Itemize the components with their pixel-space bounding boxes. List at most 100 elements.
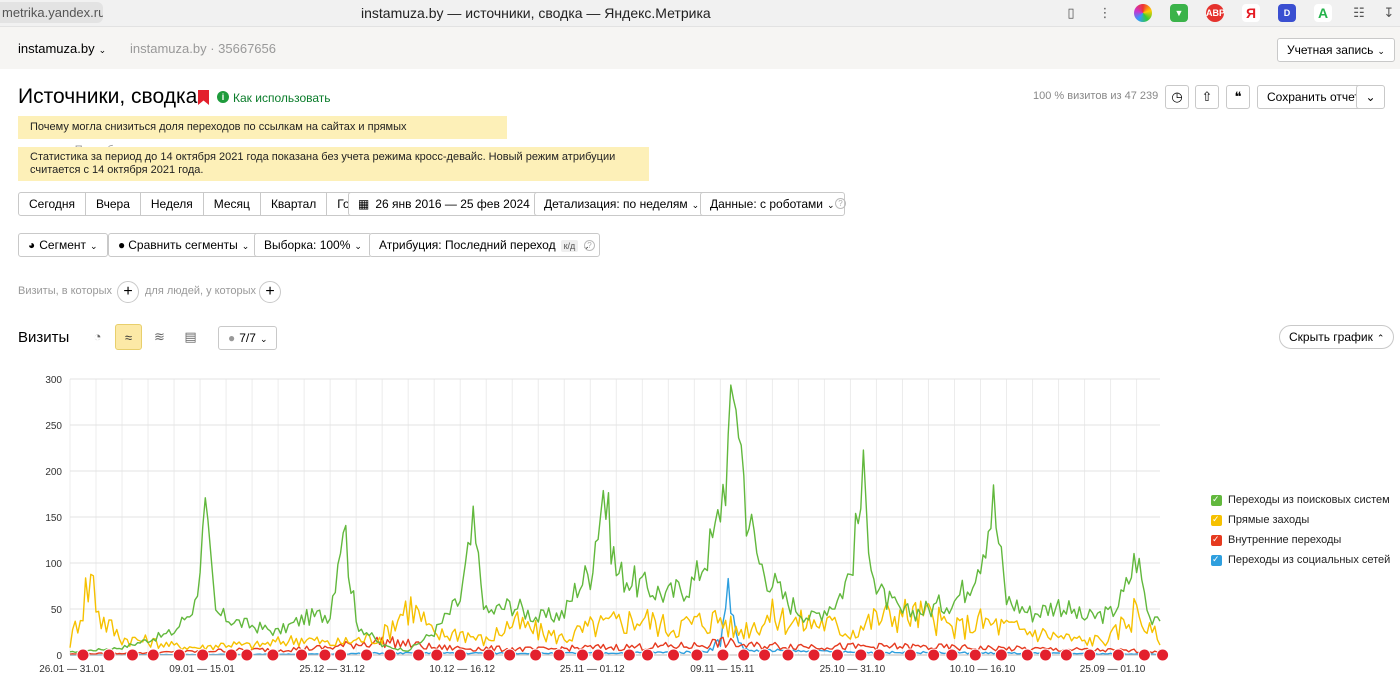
period-quarter[interactable]: Квартал — [261, 193, 328, 215]
holiday-marker-icon — [807, 648, 821, 662]
x-tick-label: 25.10 — 31.10 — [820, 664, 886, 675]
counter-id: 35667656 — [218, 41, 276, 56]
download-icon[interactable]: ▼ — [1170, 4, 1188, 22]
period-week[interactable]: Неделя — [141, 193, 204, 215]
legend-label: Переходы из поисковых систем — [1228, 494, 1390, 506]
site-name: instamuza.by — [18, 41, 95, 56]
yandex-icon[interactable]: Я — [1242, 4, 1260, 22]
bar-chart-icon: ▤ — [184, 329, 197, 344]
holiday-marker-icon — [76, 648, 90, 662]
holiday-marker-icon — [945, 648, 959, 662]
chevron-down-icon: ⌄ — [241, 241, 250, 251]
holiday-marker-icon — [716, 648, 730, 662]
segment-label: Сегмент — [39, 238, 87, 252]
holiday-marker-icon — [1137, 648, 1151, 662]
date-range-picker[interactable]: ▦ 26 янв 2016 — 25 фев 2024 — [348, 192, 540, 216]
save-options-button[interactable]: ⌄ — [1356, 85, 1385, 109]
d-extension-icon[interactable]: D — [1278, 4, 1296, 22]
holiday-marker-icon — [903, 648, 917, 662]
y-tick-label: 0 — [56, 651, 62, 662]
holiday-marker-icon — [412, 648, 426, 662]
add-visit-filter-button[interactable]: + — [117, 281, 139, 303]
line-chart-icon: ≈ — [124, 330, 133, 345]
legend-item-internal[interactable]: Внутренние переходы — [1211, 530, 1390, 550]
drops-icon: ● — [118, 238, 126, 252]
chevron-up-icon: ⌃ — [1376, 333, 1385, 343]
holiday-marker-icon — [641, 648, 655, 662]
holiday-marker-icon — [968, 648, 982, 662]
holiday-marker-icon — [552, 648, 566, 662]
compare-segments-button[interactable]: ● Сравнить сегменты ⌄ — [108, 233, 260, 257]
segment-button[interactable]: ◕ Сегмент ⌄ — [18, 233, 108, 257]
holiday-marker-icon — [196, 648, 210, 662]
holiday-marker-icon — [224, 648, 238, 662]
legend-item-social[interactable]: Переходы из социальных сетей — [1211, 550, 1390, 570]
save-report-button[interactable]: Сохранить отчет — [1257, 85, 1370, 109]
holiday-marker-icon — [318, 648, 332, 662]
holiday-marker-icon — [383, 648, 397, 662]
chart-title: Визиты — [18, 329, 70, 346]
holiday-marker-icon — [737, 648, 751, 662]
x-tick-label: 09.01 — 15.01 — [169, 664, 235, 675]
help-icon[interactable]: ? — [835, 198, 846, 209]
y-tick-label: 100 — [45, 559, 62, 570]
holiday-marker-icon — [872, 648, 886, 662]
help-icon[interactable]: ? — [584, 240, 595, 251]
data-select[interactable]: Данные: с роботами ⌄ — [700, 192, 845, 216]
annotations-button[interactable]: ● 7/7 ⌄ — [218, 326, 278, 350]
area-chart-button[interactable]: ≋ — [146, 324, 173, 350]
visits-percentage: 100 % визитов из 47 239 — [1033, 90, 1159, 102]
sample-select[interactable]: Выборка: 100% ⌄ — [254, 233, 372, 257]
chart-legend: Переходы из поисковых систем Прямые захо… — [1211, 490, 1390, 570]
more-icon[interactable]: ⋮ — [1096, 4, 1114, 22]
api-button[interactable]: ❝ — [1226, 85, 1250, 109]
legend-item-direct[interactable]: Прямые заходы — [1211, 510, 1390, 530]
how-to-use-link[interactable]: Как использовать — [233, 91, 331, 105]
sample-label: Выборка: 100% — [264, 238, 351, 252]
chevron-down-icon: ⌄ — [1365, 90, 1376, 104]
bookmark-icon[interactable]: ▯ — [1062, 4, 1080, 22]
holiday-marker-icon — [1111, 648, 1125, 662]
bookmark-flag-icon[interactable] — [198, 90, 209, 105]
holiday-marker-icon — [529, 648, 543, 662]
holiday-marker-icon — [667, 648, 681, 662]
checkbox-icon — [1211, 494, 1222, 506]
holiday-marker-icon — [172, 648, 186, 662]
bar-chart-button[interactable]: ▤ — [177, 324, 204, 350]
holiday-marker-icon — [146, 648, 160, 662]
color-wheel-icon[interactable] — [1134, 4, 1152, 22]
chevron-down-icon: ⌄ — [259, 334, 268, 344]
line-chart-button[interactable]: ≈ — [115, 324, 142, 350]
address-bar[interactable]: metrika.yandex.ru — [0, 2, 103, 23]
attribution-label: Атрибуция: Последний переход — [379, 238, 556, 252]
pie-chart-button[interactable]: ◔ — [84, 324, 111, 350]
export-button[interactable]: ⇧ — [1195, 85, 1219, 109]
hide-chart-button[interactable]: Скрыть график ⌃ — [1279, 325, 1395, 349]
x-tick-label: 25.11 — 01.12 — [560, 664, 625, 675]
detail-select[interactable]: Детализация: по неделям ⌄ — [534, 192, 710, 216]
puzzle-icon[interactable]: ☷ — [1350, 4, 1368, 22]
add-people-filter-button[interactable]: + — [259, 281, 281, 303]
history-button[interactable]: ◷ — [1165, 85, 1189, 109]
holiday-marker-icon — [994, 648, 1008, 662]
a-extension-icon[interactable]: A — [1314, 4, 1332, 22]
download-arrow-icon[interactable]: ↧ — [1380, 4, 1398, 22]
legend-item-search[interactable]: Переходы из поисковых систем — [1211, 490, 1390, 510]
compare-label: Сравнить сегменты — [128, 238, 238, 252]
holiday-marker-icon — [591, 648, 605, 662]
visits-chart: 0 50 100 150 200 250 300 26.01 — 31.01 09.01 — 1… — [0, 365, 1190, 693]
site-selector[interactable]: instamuza.by ⌄ — [18, 41, 106, 56]
share-icon: ⇧ — [1201, 89, 1213, 104]
account-label: Учетная запись — [1287, 43, 1374, 57]
chevron-down-icon: ⌄ — [354, 241, 362, 251]
attribution-select[interactable]: Атрибуция: Последний переход к/д ⌄ — [369, 233, 600, 257]
account-button[interactable]: Учетная запись ⌄ — [1277, 38, 1395, 62]
holiday-marker-icon — [334, 648, 348, 662]
adblock-icon[interactable]: ABP — [1206, 4, 1225, 22]
period-today[interactable]: Сегодня — [19, 193, 86, 215]
x-tick-label: 25.12 — 31.12 — [299, 664, 365, 675]
x-tick-label: 25.09 — 01.10 — [1080, 664, 1146, 675]
period-month[interactable]: Месяц — [204, 193, 261, 215]
period-yesterday[interactable]: Вчера — [86, 193, 141, 215]
holiday-marker-icon — [503, 648, 517, 662]
